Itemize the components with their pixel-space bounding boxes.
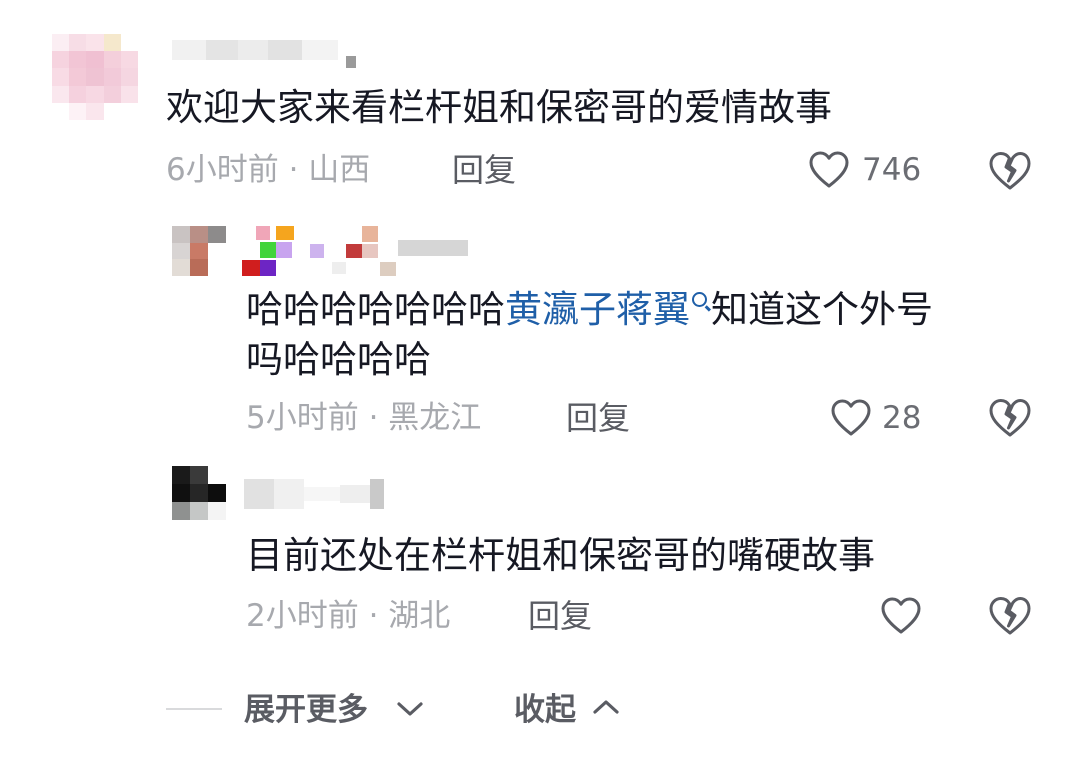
collapse-label: 收起 [514,692,576,728]
username-badge [346,56,356,68]
expand-more-button[interactable]: 展开更多 [244,690,368,730]
like-count: 746 [862,152,922,188]
collapse-button[interactable]: 收起 [514,690,576,730]
chevron-down-icon[interactable] [396,698,424,720]
reply-button[interactable]: 回复 [566,398,630,438]
reply-text-after: 知道这个外号 [711,288,933,331]
broken-heart-icon[interactable] [988,397,1032,439]
broken-heart-icon[interactable] [988,150,1032,192]
avatar[interactable] [172,466,226,520]
reply-text: 哈哈哈哈哈哈哈黄瀛子蒋翼 知道这个外号 [246,286,933,334]
broken-heart-icon[interactable] [988,595,1032,637]
comment-meta: 6小时前 · 山西 [166,152,371,188]
username[interactable] [242,226,472,276]
avatar[interactable] [172,226,226,276]
reply-text-line2: 吗哈哈哈哈 [246,338,431,381]
search-icon[interactable] [692,292,707,307]
username[interactable] [244,479,384,509]
reply-button[interactable]: 回复 [528,596,592,636]
divider [166,708,222,710]
reply-meta: 2小时前 · 湖北 [246,598,451,634]
reply-text: 目前还处在栏杆姐和保密哥的嘴硬故事 [246,534,875,577]
reply-button[interactable]: 回复 [452,150,516,190]
username[interactable] [172,40,338,60]
heart-outline-icon[interactable] [830,398,872,438]
heart-outline-icon[interactable] [880,596,922,636]
comment-text: 欢迎大家来看栏杆姐和保密哥的爱情故事 [166,86,832,129]
reply-text-before: 哈哈哈哈哈哈哈 [246,288,505,331]
avatar[interactable] [52,34,138,120]
chevron-up-icon[interactable] [592,696,620,718]
mention-link[interactable]: 黄瀛子蒋翼 [505,288,690,331]
reply-meta: 5小时前 · 黑龙江 [246,400,482,436]
heart-outline-icon[interactable] [808,150,850,190]
expand-more-label: 展开更多 [244,692,368,728]
like-count: 28 [882,400,922,436]
